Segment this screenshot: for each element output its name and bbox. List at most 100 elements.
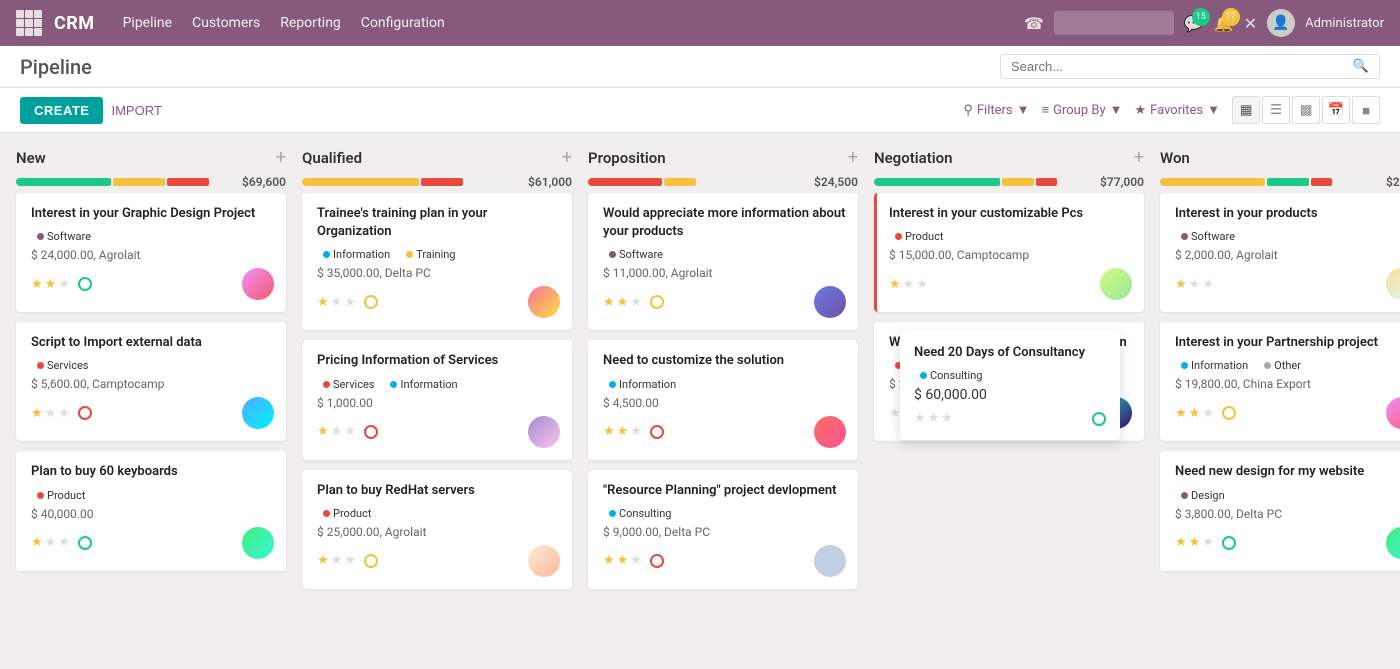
add-card-button[interactable]: + (276, 149, 286, 167)
status-badge (1222, 536, 1236, 550)
add-card-button[interactable]: + (848, 149, 858, 167)
card-stars: ★★★ (31, 277, 70, 292)
card-avatar (242, 268, 274, 300)
kanban-card[interactable]: Need to customize the solution Informati… (588, 340, 858, 459)
app-brand[interactable]: CRM (54, 13, 95, 34)
kanban-card[interactable]: Plan to buy RedHat servers Product $ 25,… (302, 470, 572, 589)
kanban-card[interactable]: Plan to buy 60 keyboards Product $ 40,00… (16, 451, 286, 570)
card-tags: Software (1175, 229, 1400, 244)
card-info: $ 11,000.00, Agrolait (603, 266, 846, 280)
status-badge (650, 295, 664, 309)
column-progress: $61,000 (302, 175, 572, 189)
card-info: $ 2,000.00, Agrolait (1175, 248, 1400, 262)
kanban-card[interactable]: Pricing Information of Services Services… (302, 340, 572, 459)
phone-icon[interactable]: ☎ (1024, 14, 1044, 33)
column-header: Qualified + (302, 149, 572, 167)
card-title: Trainee's training plan in your Organiza… (317, 205, 560, 241)
card-tags: Information (603, 377, 846, 392)
avatar[interactable]: 👤 (1267, 9, 1295, 37)
nav-pipeline[interactable]: Pipeline (123, 15, 173, 31)
card-footer: ★★★ (317, 416, 560, 448)
card-tags: Services (31, 358, 274, 373)
card-footer: ★★★ (31, 268, 274, 300)
kanban-card[interactable]: Interest in your products Software $ 2,0… (1160, 193, 1400, 312)
card-stars: ★★★ (603, 424, 642, 439)
star-icon: ★ (1134, 103, 1146, 118)
card-tags: Services Information (317, 377, 560, 392)
card-tag: Information (1175, 358, 1254, 373)
app-grid-icon[interactable] (16, 10, 42, 36)
card-footer: ★★★ (603, 545, 846, 577)
close-icon[interactable]: ✕ (1244, 14, 1257, 33)
card-tag: Software (31, 229, 97, 244)
card-info: $ 40,000.00 (31, 507, 274, 521)
card-title: "Resource Planning" project devlopment (603, 482, 846, 500)
column-title: Qualified (302, 149, 362, 167)
card-tags: Design (1175, 488, 1400, 503)
card-tag: Information (317, 247, 396, 262)
add-card-button[interactable]: + (562, 149, 572, 167)
kanban-card[interactable]: Interest in your Graphic Design Project … (16, 193, 286, 312)
card-tag: Training (400, 247, 461, 262)
kanban-card[interactable]: Need new design for my website Design $ … (1160, 451, 1400, 570)
kanban-card[interactable]: Trainee's training plan in your Organiza… (302, 193, 572, 330)
card-info: $ 1,000.00 (317, 396, 560, 410)
card-avatar (1386, 397, 1400, 429)
column-progress: $77,000 (874, 175, 1144, 189)
toolbar-right: ⚲ Filters ▼ ≡ Group By ▼ ★ Favorites ▼ ▦… (963, 96, 1380, 124)
nav-customers[interactable]: Customers (192, 15, 260, 31)
add-card-button[interactable]: + (1134, 149, 1144, 167)
card-stars: ★★★ (31, 535, 70, 550)
calendar-view-btn[interactable]: 📅 (1322, 96, 1350, 124)
notif-bell[interactable]: 🔔 17 (1214, 14, 1234, 33)
chart-view-btn[interactable]: ▩ (1292, 96, 1320, 124)
card-tag: Information (603, 377, 682, 392)
search-input[interactable] (1011, 59, 1353, 74)
column-header: Negotiation + (874, 149, 1144, 167)
kanban-column-new: New + $69,600 Interest in your Graphic D… (16, 149, 286, 581)
kanban-card[interactable]: Interest in your customizable Pcs Produc… (874, 193, 1144, 312)
status-badge (364, 554, 378, 568)
nav-configuration[interactable]: Configuration (361, 15, 445, 31)
filters-button[interactable]: ⚲ Filters ▼ (963, 102, 1029, 118)
column-amount: $25,600 (1386, 175, 1400, 189)
card-title: Plan to buy RedHat servers (317, 482, 560, 500)
column-title: New (16, 149, 46, 167)
progress-bar (588, 178, 804, 186)
list-view-btn[interactable]: ☰ (1262, 96, 1290, 124)
card-stars: ★★★ (1175, 277, 1214, 292)
card-info: $ 19,800.00, China Export (1175, 377, 1400, 391)
card-title: Interest in your products (1175, 205, 1400, 223)
card-footer: ★★★ (889, 268, 1132, 300)
nav-reporting[interactable]: Reporting (280, 15, 341, 31)
kanban-card[interactable]: Interest in your Partnership project Inf… (1160, 322, 1400, 441)
groupby-button[interactable]: ≡ Group By ▼ (1042, 102, 1123, 118)
card-info: $ 3,800.00, Delta PC (1175, 507, 1400, 521)
search-container[interactable]: 🔍 (1000, 54, 1380, 79)
card-avatar (814, 545, 846, 577)
card-tags: Product (31, 488, 274, 503)
card-stars: ★★★ (889, 277, 928, 292)
card-stars: ★★★ (317, 295, 356, 310)
top-navigation: CRM Pipeline Customers Reporting Configu… (0, 0, 1400, 46)
card-footer: ★★★ (1175, 397, 1400, 429)
kanban-card[interactable]: "Resource Planning" project devlopment C… (588, 470, 858, 589)
card-footer: ★★★ (1175, 527, 1400, 559)
card-avatar (814, 286, 846, 318)
card-footer: ★★★ (317, 545, 560, 577)
card-footer: ★★★ (31, 527, 274, 559)
kanban-view-btn[interactable]: ▦ (1232, 96, 1260, 124)
groupby-icon: ≡ (1042, 102, 1050, 118)
tooltip-title: Need 20 Days of Consultancy (914, 344, 1106, 362)
toolbar-left: CREATE IMPORT (20, 97, 162, 124)
create-button[interactable]: CREATE (20, 97, 103, 124)
kanban-card[interactable]: Would appreciate more information about … (588, 193, 858, 330)
import-button[interactable]: IMPORT (111, 103, 161, 118)
kanban-card[interactable]: Script to Import external data Services … (16, 322, 286, 441)
grid-view-btn[interactable]: ■ (1352, 96, 1380, 124)
card-title: Script to Import external data (31, 334, 274, 352)
card-info: $ 15,000.00, Camptocamp (889, 248, 1132, 262)
notif-messages[interactable]: 💬 15 (1184, 14, 1204, 33)
favorites-button[interactable]: ★ Favorites ▼ (1134, 102, 1220, 118)
card-stars: ★★★ (1175, 535, 1214, 550)
